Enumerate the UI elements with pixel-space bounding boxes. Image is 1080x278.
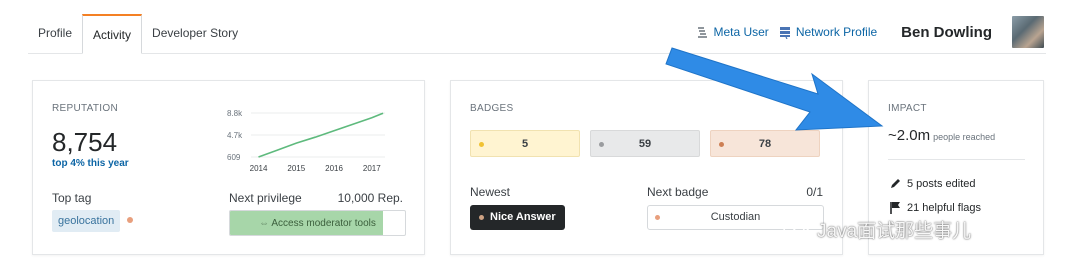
bronze-tag-badge-dot bbox=[127, 217, 133, 223]
impact-divider bbox=[888, 159, 1025, 160]
privilege-progress-bar[interactable]: ⇔ Access moderator tools bbox=[229, 210, 406, 236]
bronze-badge-icon bbox=[479, 215, 484, 220]
newest-badge-chip[interactable]: Nice Answer bbox=[470, 205, 565, 230]
posts-edited-stat[interactable]: 5 posts edited bbox=[889, 177, 976, 190]
next-badge-label: Next badge bbox=[647, 185, 709, 199]
bronze-badge-value: 78 bbox=[758, 138, 772, 150]
next-badge-count: 0/1 bbox=[806, 185, 823, 199]
meta-user-link[interactable]: Meta User bbox=[696, 25, 769, 39]
posts-edited-text: 5 posts edited bbox=[907, 177, 976, 190]
username[interactable]: Ben Dowling bbox=[901, 24, 992, 41]
impact-title: IMPACT bbox=[888, 103, 927, 114]
reputation-title: REPUTATION bbox=[52, 103, 118, 114]
next-privilege-rep: 10,000 Rep. bbox=[337, 191, 403, 205]
helpful-flags-stat[interactable]: 21 helpful flags bbox=[889, 201, 981, 214]
top-tag-chip[interactable]: geolocation bbox=[52, 210, 121, 232]
silver-badge-icon bbox=[599, 142, 604, 147]
people-reached-label: people reached bbox=[933, 132, 996, 142]
chart-x-tick-label: 2017 bbox=[363, 164, 381, 173]
chart-x-tick-label: 2016 bbox=[325, 164, 343, 173]
people-reached: ~2.0m people reached bbox=[888, 127, 995, 145]
avatar[interactable] bbox=[1012, 16, 1044, 48]
privilege-icon: ⇔ bbox=[259, 218, 272, 229]
next-privilege-label: Next privilege bbox=[229, 191, 302, 205]
people-reached-value: ~2.0m bbox=[888, 127, 931, 144]
chart-y-tick-label: 4.7k bbox=[227, 131, 243, 140]
bronze-badge-icon bbox=[655, 215, 660, 220]
network-profile-label: Network Profile bbox=[795, 25, 878, 39]
chart-x-tick-label: 2014 bbox=[250, 164, 268, 173]
silver-badge-value: 59 bbox=[638, 138, 652, 150]
silver-badge-count[interactable]: 59 bbox=[590, 130, 700, 157]
watermark-text: Java面试那些事儿 bbox=[817, 221, 972, 242]
stackexchange-network-icon bbox=[779, 26, 790, 39]
helpful-flags-text: 21 helpful flags bbox=[907, 201, 981, 214]
flag-icon bbox=[890, 202, 900, 214]
gold-badge-count[interactable]: 5 bbox=[470, 130, 580, 157]
tab-bar: Profile Activity Developer Story bbox=[28, 14, 248, 54]
chart-y-tick-label: 8.8k bbox=[227, 109, 243, 118]
privilege-name-text: Access moderator tools bbox=[271, 218, 376, 229]
wechat-icon bbox=[783, 218, 810, 240]
top-tag-label: Top tag bbox=[52, 191, 92, 205]
meta-user-label: Meta User bbox=[713, 25, 769, 39]
tab-activity[interactable]: Activity bbox=[82, 14, 143, 54]
watermark: Java面试那些事儿 bbox=[782, 216, 971, 243]
reputation-card: REPUTATION 8,754 top 4% this year 8.8k 4.… bbox=[32, 80, 425, 255]
tab-developer-story[interactable]: Developer Story bbox=[142, 14, 248, 54]
reputation-value: 8,754 bbox=[52, 127, 118, 157]
chart-x-tick-label: 2015 bbox=[287, 164, 305, 173]
next-badge-name: Custodian bbox=[710, 211, 761, 223]
chart-y-tick-label: 609 bbox=[227, 153, 241, 162]
reputation-rank-link[interactable]: top 4% this year bbox=[52, 158, 129, 169]
gold-badge-value: 5 bbox=[521, 138, 529, 150]
newest-badge-label: Newest bbox=[470, 185, 511, 199]
tab-profile[interactable]: Profile bbox=[28, 14, 82, 54]
reputation-chart[interactable]: 8.8k 4.7k 609 2014 2015 2016 2017 bbox=[225, 107, 395, 177]
newest-badge-name: Nice Answer bbox=[490, 211, 556, 223]
pencil-icon bbox=[891, 179, 900, 188]
meta-stackexchange-icon bbox=[698, 26, 708, 38]
privilege-name: ⇔ Access moderator tools bbox=[230, 218, 405, 229]
badges-title: BADGES bbox=[470, 103, 514, 114]
profile-header-links: Meta User Network Profile Ben Dowling bbox=[696, 16, 1044, 48]
network-profile-link[interactable]: Network Profile bbox=[779, 25, 877, 39]
gold-badge-icon bbox=[479, 142, 484, 147]
bronze-badge-icon bbox=[719, 142, 724, 147]
bronze-badge-count[interactable]: 78 bbox=[710, 130, 820, 157]
